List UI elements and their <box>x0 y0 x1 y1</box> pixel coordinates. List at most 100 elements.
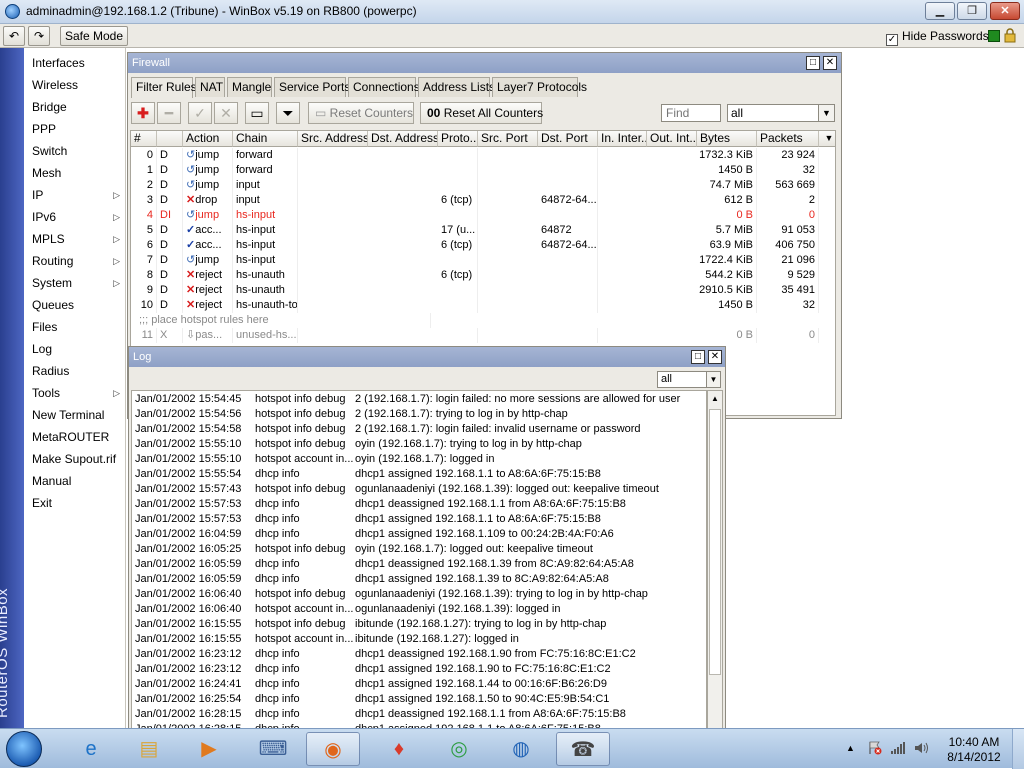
log-entry[interactable]: Jan/01/2002 15:55:10 hotspot account in..… <box>132 452 706 467</box>
log-entry[interactable]: Jan/01/2002 16:15:55 hotspot info debug ib… <box>132 617 706 632</box>
table-row[interactable]: 2 D ↺jump input 74.7 MiB 563 669 <box>131 178 835 193</box>
log-entry[interactable]: Jan/01/2002 16:06:40 hotspot account in..… <box>132 602 706 617</box>
column-header[interactable]: Action <box>183 131 233 147</box>
menu-item-make-supout-rif[interactable]: Make Supout.rif <box>24 448 126 470</box>
tab-layer7-protocols[interactable]: Layer7 Protocols <box>492 77 587 97</box>
tab-filter-rules[interactable]: Filter Rules <box>131 77 197 98</box>
log-entry[interactable]: Jan/01/2002 16:05:59 dhcp info dhcp1 deass… <box>132 557 706 572</box>
log-close-button[interactable]: ✕ <box>708 350 722 364</box>
menu-item-tools[interactable]: Tools ▷ <box>24 382 126 404</box>
log-entry[interactable]: Jan/01/2002 15:57:53 dhcp info dhcp1 assig… <box>132 512 706 527</box>
firefox-icon[interactable]: ◉ <box>306 732 360 766</box>
menu-item-mesh[interactable]: Mesh <box>24 162 126 184</box>
menu-item-routing[interactable]: Routing ▷ <box>24 250 126 272</box>
clock-time[interactable]: 10:40 AM <box>944 735 1004 749</box>
scroll-up-icon[interactable]: ▲ <box>708 391 722 406</box>
menu-item-metarouter[interactable]: MetaROUTER <box>24 426 126 448</box>
menu-item-interfaces[interactable]: Interfaces <box>24 52 126 74</box>
log-entry[interactable]: Jan/01/2002 15:57:43 hotspot info debug og… <box>132 482 706 497</box>
column-header[interactable] <box>157 131 183 147</box>
log-entry[interactable]: Jan/01/2002 16:05:59 dhcp info dhcp1 assig… <box>132 572 706 587</box>
table-row[interactable]: 4 DI ↺jump hs-input 0 B0 <box>131 208 835 223</box>
column-header[interactable]: In. Inter... <box>598 131 647 147</box>
scrollbar-thumb[interactable] <box>709 409 721 675</box>
log-entry[interactable]: Jan/01/2002 16:15:55 hotspot account in..… <box>132 632 706 647</box>
show-desktop-button[interactable] <box>1012 729 1024 769</box>
log-entry[interactable]: Jan/01/2002 16:25:54 dhcp info dhcp1 assig… <box>132 692 706 707</box>
firewall-titlebar[interactable]: Firewall □ ✕ <box>128 53 841 73</box>
firewall-close-button[interactable]: ✕ <box>823 56 837 70</box>
table-row[interactable]: 11 X ⇩pas... unused-hs... 0 B0 <box>131 328 835 343</box>
show-hidden-icons-icon[interactable]: ▲ <box>846 743 855 753</box>
hide-passwords-checkbox[interactable]: ✓ <box>886 34 898 46</box>
media-player-icon[interactable]: ▶ <box>182 732 236 766</box>
chrome-icon[interactable]: ◎ <box>432 732 486 766</box>
log-entry[interactable]: Jan/01/2002 16:04:59 dhcp info dhcp1 assig… <box>132 527 706 542</box>
tab-nat[interactable]: NAT <box>195 77 225 97</box>
menu-item-new-terminal[interactable]: New Terminal <box>24 404 126 426</box>
menu-item-manual[interactable]: Manual <box>24 470 126 492</box>
reset-all-counters-button[interactable]: 00 Reset All Counters <box>420 102 543 124</box>
filter-select[interactable]: all ▼ <box>727 104 835 122</box>
column-header[interactable]: Out. Int... <box>647 131 697 147</box>
redo-button[interactable]: ↷ <box>28 26 50 46</box>
maximize-button[interactable]: ❐ <box>957 2 987 20</box>
table-row[interactable]: 0 D ↺jump forward 1732.3 KiB 23 924 <box>131 148 835 163</box>
internet-explorer-icon[interactable]: e <box>64 732 118 766</box>
remove-icon[interactable]: ━ <box>157 102 181 124</box>
column-header[interactable]: Dst. Port <box>538 131 598 147</box>
winbox-app-icon[interactable] <box>5 4 20 19</box>
close-button[interactable]: ✕ <box>990 2 1020 20</box>
tab-connections[interactable]: Connections <box>348 77 420 97</box>
table-row[interactable]: 9 D ✕reject hs-unauth 2910.5 KiB 35 491 <box>131 283 835 298</box>
column-header[interactable]: # <box>131 131 157 147</box>
windows-explorer-icon[interactable]: ▤ <box>122 732 176 766</box>
log-entry[interactable]: Jan/01/2002 16:06:40 hotspot info debug og… <box>132 587 706 602</box>
table-row[interactable]: 3 D ✕drop input 6 (tcp) 64872-64... 612 B2 <box>131 193 835 208</box>
menu-item-ipv6[interactable]: IPv6 ▷ <box>24 206 126 228</box>
log-maximize-button[interactable]: □ <box>691 350 705 364</box>
action-center-icon[interactable] <box>868 741 882 755</box>
menu-item-ppp[interactable]: PPP <box>24 118 126 140</box>
column-header[interactable]: Bytes <box>697 131 757 147</box>
balloon-app-icon[interactable]: ♦ <box>372 732 426 766</box>
log-entry[interactable]: Jan/01/2002 16:28:15 dhcp info dhcp1 deass… <box>132 707 706 722</box>
menu-item-ip[interactable]: IP ▷ <box>24 184 126 206</box>
comment-icon[interactable]: ▭ <box>245 102 269 124</box>
network-signal-icon[interactable] <box>890 741 906 755</box>
start-button[interactable] <box>6 731 42 767</box>
menu-item-files[interactable]: Files <box>24 316 126 338</box>
column-header[interactable]: Src. Port <box>478 131 538 147</box>
safe-mode-button[interactable]: Safe Mode <box>60 26 128 46</box>
log-filter-select[interactable]: all ▼ <box>657 371 721 388</box>
column-header[interactable]: Chain <box>233 131 298 147</box>
menu-item-wireless[interactable]: Wireless <box>24 74 126 96</box>
tab-mangle[interactable]: Mangle <box>227 77 272 97</box>
winbox-taskbar-icon[interactable]: ◍ <box>494 732 548 766</box>
table-row[interactable]: 8 D ✕reject hs-unauth 6 (tcp) 544.2 KiB 9 529 <box>131 268 835 283</box>
log-titlebar[interactable]: Log □ ✕ <box>129 347 725 367</box>
log-entry[interactable]: Jan/01/2002 15:54:45 hotspot info debug 2 … <box>132 392 706 407</box>
log-entry[interactable]: Jan/01/2002 16:24:41 dhcp info dhcp1 assig… <box>132 677 706 692</box>
enable-icon[interactable]: ✓ <box>188 102 212 124</box>
log-entry[interactable]: Jan/01/2002 15:55:10 hotspot info debug oy… <box>132 437 706 452</box>
column-menu-icon[interactable]: ▼ <box>819 131 835 147</box>
undo-button[interactable]: ↶ <box>3 26 25 46</box>
table-row[interactable]: 1 D ↺jump forward 1450 B 32 <box>131 163 835 178</box>
log-entry[interactable]: Jan/01/2002 15:54:56 hotspot info debug 2 … <box>132 407 706 422</box>
menu-item-switch[interactable]: Switch <box>24 140 126 162</box>
column-header[interactable]: Packets <box>757 131 819 147</box>
table-row[interactable]: 6 D ✓acc... hs-input 6 (tcp) 64872-64... 63.9 … <box>131 238 835 253</box>
column-header[interactable]: Dst. Address <box>368 131 438 147</box>
menu-item-mpls[interactable]: MPLS ▷ <box>24 228 126 250</box>
disable-icon[interactable]: ✕ <box>214 102 238 124</box>
minimize-button[interactable]: ▁ <box>925 2 955 20</box>
menu-item-radius[interactable]: Radius <box>24 360 126 382</box>
find-input[interactable] <box>661 104 721 122</box>
menu-item-queues[interactable]: Queues <box>24 294 126 316</box>
rule-comment-row[interactable]: ;;; place hotspot rules here <box>131 313 835 328</box>
column-header[interactable]: Proto... <box>438 131 478 147</box>
hide-passwords-option[interactable]: ✓ Hide Passwords <box>886 29 989 46</box>
log-entry[interactable]: Jan/01/2002 16:05:25 hotspot info debug oy… <box>132 542 706 557</box>
chevron-down-icon[interactable]: ▼ <box>706 372 720 387</box>
